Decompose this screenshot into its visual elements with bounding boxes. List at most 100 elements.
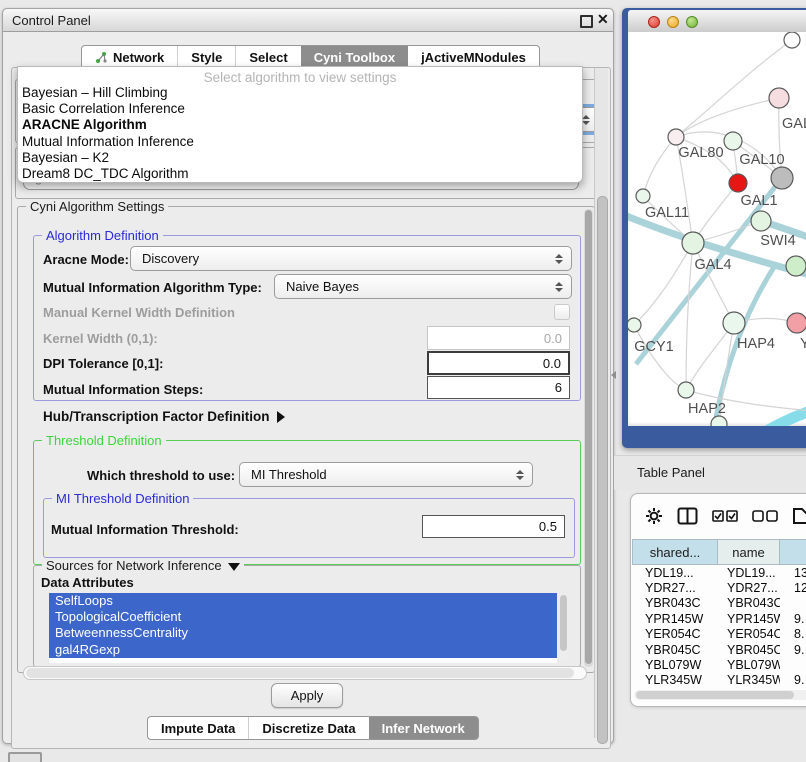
tab-jactivemnodules[interactable]: jActiveMNodules bbox=[408, 46, 539, 68]
table-cell: YDL19... bbox=[632, 566, 718, 580]
network-edge bbox=[676, 98, 779, 137]
attribute-item[interactable]: BetweennessCentrality bbox=[49, 625, 557, 641]
apply-button[interactable]: Apply bbox=[271, 683, 343, 708]
node-gal-right[interactable] bbox=[769, 88, 789, 108]
manual-kernel-label: Manual Kernel Width Definition bbox=[43, 305, 235, 320]
tab-discretize-data[interactable]: Discretize Data bbox=[248, 717, 368, 739]
table-cell: YLR345W bbox=[632, 673, 718, 687]
table-row[interactable]: YBL079WYBL079W bbox=[632, 657, 806, 672]
node-right-green[interactable] bbox=[786, 256, 806, 276]
kernel-width-field[interactable]: 0.0 bbox=[427, 326, 570, 350]
settings-hscrollbar[interactable] bbox=[23, 666, 587, 680]
dropdown-item[interactable]: ARACNE Algorithm bbox=[18, 117, 582, 133]
mi-type-combo[interactable]: Naive Bayes bbox=[274, 274, 572, 299]
node-bottom[interactable] bbox=[711, 416, 727, 426]
sources-legend-text: Sources for Network Inference bbox=[46, 558, 222, 573]
table-panel-title: Table Panel bbox=[637, 465, 705, 480]
node-unlabeled-top[interactable] bbox=[784, 32, 800, 48]
dropdown-item[interactable]: Bayesian – Hill Climbing bbox=[18, 85, 582, 101]
panel-outer-scrollbar[interactable] bbox=[594, 68, 608, 738]
node-gcy1[interactable] bbox=[628, 318, 641, 332]
table-row[interactable]: YLR345WYLR345W9. bbox=[632, 673, 806, 688]
table-row[interactable]: YPR145WYPR145W9. bbox=[632, 611, 806, 626]
mi-steps-field[interactable]: 6 bbox=[427, 376, 570, 399]
tab-style[interactable]: Style bbox=[177, 46, 235, 68]
attribute-item[interactable]: TopologicalCoefficient bbox=[49, 609, 557, 625]
tab-impute-data[interactable]: Impute Data bbox=[148, 717, 248, 739]
file-icon[interactable] bbox=[792, 507, 806, 525]
dropdown-item[interactable]: Basic Correlation Inference bbox=[18, 101, 582, 117]
data-attributes-label: Data Attributes bbox=[41, 575, 134, 590]
table-cell: 13 bbox=[780, 566, 806, 580]
tab-cyni-toolbox[interactable]: Cyni Toolbox bbox=[301, 46, 408, 68]
mac-close-icon[interactable] bbox=[648, 16, 660, 28]
node-label: HAP2 bbox=[688, 401, 726, 417]
node-gal11[interactable] bbox=[636, 189, 650, 203]
table-row[interactable]: YDL19...YDL19...13 bbox=[632, 565, 806, 580]
node-label: GAL bbox=[782, 116, 806, 132]
dropdown-item[interactable]: Dream8 DC_TDC Algorithm bbox=[18, 166, 582, 182]
table-cell: YBR045C bbox=[718, 643, 780, 657]
dropdown-item[interactable]: Mutual Information Inference bbox=[18, 134, 582, 150]
sources-legend[interactable]: Sources for Network Inference bbox=[42, 558, 244, 573]
settings-scrollbar[interactable] bbox=[584, 209, 593, 667]
table-row[interactable]: YBR045CYBR045C9. bbox=[632, 642, 806, 657]
network-edge bbox=[686, 243, 693, 390]
network-window-titlebar[interactable] bbox=[628, 10, 806, 33]
node-pink-right[interactable] bbox=[787, 313, 806, 333]
control-panel-titlebar[interactable]: Control Panel ✕ bbox=[3, 9, 613, 32]
table-row[interactable]: YBR043CYBR043C bbox=[632, 596, 806, 611]
attribute-item[interactable]: SelfLoops bbox=[49, 593, 557, 609]
mi-threshold-field[interactable]: 0.5 bbox=[422, 515, 565, 538]
select-all-icon[interactable] bbox=[712, 510, 738, 522]
hub-definition-toggle[interactable]: Hub/Transcription Factor Definition bbox=[43, 409, 285, 424]
network-edge bbox=[643, 137, 676, 196]
gear-icon[interactable] bbox=[645, 507, 663, 525]
screen: Control Panel ✕ NetworkStyleSelectCyni T… bbox=[0, 0, 806, 762]
tab-select[interactable]: Select bbox=[235, 46, 300, 68]
mac-minimize-icon[interactable] bbox=[667, 16, 679, 28]
node-gal10[interactable] bbox=[724, 132, 742, 150]
control-panel-window: Control Panel ✕ NetworkStyleSelectCyni T… bbox=[2, 8, 614, 744]
network-graph: GALGAL80GAL10GAL1GAL11SWI4GAL4GCY1HAP4YH… bbox=[628, 32, 806, 426]
column-header-A[interactable]: A bbox=[780, 539, 806, 565]
table-row[interactable]: YDR27...YDR27...12 bbox=[632, 580, 806, 595]
dpi-tolerance-label: DPI Tolerance [0,1]: bbox=[43, 356, 163, 371]
float-window-icon[interactable] bbox=[580, 15, 593, 28]
node-gray[interactable] bbox=[771, 167, 793, 189]
split-columns-icon[interactable] bbox=[677, 507, 698, 525]
deselect-all-icon[interactable] bbox=[752, 510, 778, 522]
attributes-scrollbar[interactable] bbox=[559, 594, 568, 662]
node-hap2[interactable] bbox=[678, 382, 694, 398]
data-attributes-list[interactable]: SelfLoopsTopologicalCoefficientBetweenne… bbox=[49, 593, 557, 663]
tab-network[interactable]: Network bbox=[82, 46, 177, 68]
kernel-width-label: Kernel Width (0,1): bbox=[43, 331, 158, 346]
dropdown-item[interactable]: Bayesian – K2 bbox=[18, 150, 582, 166]
node-gal1[interactable] bbox=[729, 174, 747, 192]
column-header-name[interactable]: name bbox=[718, 539, 780, 565]
node-gal4[interactable] bbox=[682, 232, 704, 254]
network-edge bbox=[730, 404, 806, 426]
network-canvas[interactable]: GALGAL80GAL10GAL1GAL11SWI4GAL4GCY1HAP4YH… bbox=[628, 32, 806, 426]
mac-zoom-icon[interactable] bbox=[686, 16, 698, 28]
table-hscrollbar[interactable] bbox=[634, 690, 806, 700]
aracne-mode-combo[interactable]: Discovery bbox=[130, 246, 572, 271]
which-threshold-combo[interactable]: MI Threshold bbox=[239, 462, 533, 487]
attribute-item[interactable]: gal4RGexp bbox=[49, 642, 557, 658]
node-label: Y bbox=[800, 336, 806, 352]
which-threshold-value: MI Threshold bbox=[251, 467, 327, 482]
table-row[interactable]: YER054CYER054C8. bbox=[632, 627, 806, 642]
node-gal80[interactable] bbox=[668, 129, 684, 145]
node-hap4[interactable] bbox=[723, 312, 745, 334]
minimized-panel-chip[interactable] bbox=[8, 752, 42, 762]
column-header-shared[interactable]: shared... bbox=[632, 539, 718, 565]
dpi-tolerance-field[interactable]: 0.0 bbox=[427, 351, 570, 375]
close-icon[interactable]: ✕ bbox=[597, 11, 609, 28]
table-cell: YBL079W bbox=[718, 658, 780, 672]
combo-stepper-icon bbox=[555, 282, 563, 292]
split-collapse-arrow-icon[interactable] bbox=[611, 371, 616, 379]
manual-kernel-checkbox[interactable] bbox=[554, 304, 570, 320]
tab-infer-network[interactable]: Infer Network bbox=[369, 717, 478, 739]
node-swi4[interactable] bbox=[751, 211, 771, 231]
mi-steps-label: Mutual Information Steps: bbox=[43, 382, 203, 397]
